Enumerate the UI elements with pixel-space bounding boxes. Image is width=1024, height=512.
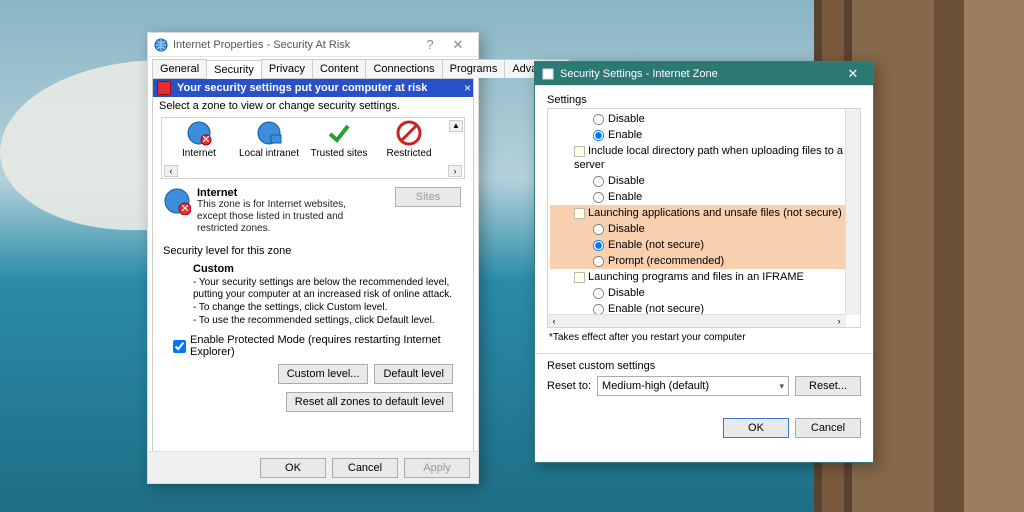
security-settings-dialog: Security Settings - Internet Zone ✕ Sett… <box>534 61 874 463</box>
select-zone-hint: Select a zone to view or change security… <box>153 97 473 115</box>
horizontal-scrollbar[interactable]: ‹› <box>548 314 846 327</box>
zone-item-local-intranet[interactable]: Local intranet <box>234 120 304 159</box>
zone-item-internet[interactable]: ✕ Internet <box>164 120 234 159</box>
reset-custom-label: Reset custom settings <box>547 360 861 372</box>
radio-input[interactable] <box>593 288 604 299</box>
settings-tree[interactable]: DisableEnableInclude local directory pat… <box>548 109 860 327</box>
zone-list: ▲ ✕ InternetLocal intranetTrusted sitesRe… <box>161 117 465 179</box>
settings-icon <box>541 67 555 81</box>
reset-level-value: Medium-high (default) <box>602 380 709 392</box>
radio-input[interactable] <box>593 114 604 125</box>
ok-button[interactable]: OK <box>723 418 789 438</box>
tree-option[interactable]: Disable <box>550 221 858 237</box>
globe-icon <box>154 38 168 52</box>
file-icon <box>574 272 585 283</box>
radio-input[interactable] <box>593 304 604 315</box>
svg-text:✕: ✕ <box>180 203 189 215</box>
window-title: Security Settings - Internet Zone <box>560 68 839 80</box>
tab-connections[interactable]: Connections <box>365 59 442 78</box>
titlebar[interactable]: Internet Properties - Security At Risk ?… <box>148 33 478 57</box>
settings-group-label: Settings <box>547 94 861 106</box>
file-icon <box>574 146 585 157</box>
close-button[interactable]: ✕ <box>839 64 867 84</box>
tree-option[interactable]: Enable (not secure) <box>550 237 858 253</box>
window-title: Internet Properties - Security At Risk <box>173 39 416 51</box>
restart-note: *Takes effect after you restart your com… <box>547 328 861 347</box>
tree-group: Include local directory path when upload… <box>550 143 858 173</box>
svg-text:✕: ✕ <box>201 134 210 146</box>
default-level-button[interactable]: Default level <box>374 364 453 384</box>
chevron-down-icon: ▾ <box>779 381 784 392</box>
file-icon <box>574 208 585 219</box>
sites-button[interactable]: Sites <box>395 187 461 207</box>
settings-tree-box: DisableEnableInclude local directory pat… <box>547 108 861 328</box>
zone-name: Internet <box>197 187 367 199</box>
zone-label: Internet <box>164 148 234 159</box>
zone-item-trusted-sites[interactable]: Trusted sites <box>304 120 374 159</box>
custom-line3: - To use the recommended settings, click… <box>193 315 463 327</box>
radio-input[interactable] <box>593 224 604 235</box>
reset-to-label: Reset to: <box>547 380 591 392</box>
tab-programs[interactable]: Programs <box>442 59 506 78</box>
reset-button[interactable]: Reset... <box>795 376 861 396</box>
custom-title: Custom <box>193 263 463 275</box>
tree-option[interactable]: Enable <box>550 127 858 143</box>
help-button[interactable]: ? <box>416 35 444 55</box>
apply-button[interactable]: Apply <box>404 458 470 478</box>
custom-line1: - Your security settings are below the r… <box>193 277 463 301</box>
zone-desc: This zone is for Internet websites, exce… <box>197 199 367 235</box>
cancel-button[interactable]: Cancel <box>795 418 861 438</box>
titlebar[interactable]: Security Settings - Internet Zone ✕ <box>535 62 873 86</box>
tab-body-security: Your security settings put your computer… <box>152 78 474 474</box>
cancel-button[interactable]: Cancel <box>332 458 398 478</box>
radio-input[interactable] <box>593 192 604 203</box>
tree-group: Launching programs and files in an IFRAM… <box>550 269 858 285</box>
radio-input[interactable] <box>593 130 604 141</box>
warning-text: Your security settings put your computer… <box>177 82 427 94</box>
radio-input[interactable] <box>593 240 604 251</box>
tree-option[interactable]: Disable <box>550 111 858 127</box>
close-button[interactable]: ✕ <box>444 35 472 55</box>
tree-group: Launching applications and unsafe files … <box>550 205 858 221</box>
tree-option[interactable]: Enable <box>550 189 858 205</box>
tree-option[interactable]: Disable <box>550 173 858 189</box>
tab-security[interactable]: Security <box>206 60 262 79</box>
internet-properties-dialog: Internet Properties - Security At Risk ?… <box>147 32 479 484</box>
reset-all-zones-button[interactable]: Reset all zones to default level <box>286 392 453 412</box>
zone-scroll-bar[interactable]: ‹› <box>164 165 462 177</box>
zone-label: Restricted <box>374 148 444 159</box>
custom-level-button[interactable]: Custom level... <box>278 364 369 384</box>
scroll-up-button[interactable]: ▲ <box>449 120 463 132</box>
tab-strip: GeneralSecurityPrivacyContentConnections… <box>148 57 478 78</box>
tab-general[interactable]: General <box>152 59 207 78</box>
ok-button[interactable]: OK <box>260 458 326 478</box>
warning-close-icon[interactable]: × <box>464 81 471 95</box>
radio-input[interactable] <box>593 256 604 267</box>
security-warning-bar: Your security settings put your computer… <box>153 79 473 97</box>
tree-option[interactable]: Disable <box>550 285 858 301</box>
shield-icon <box>157 81 171 95</box>
zone-label: Local intranet <box>234 148 304 159</box>
vertical-scrollbar[interactable] <box>845 109 860 315</box>
protected-mode-checkbox[interactable]: Enable Protected Mode (requires restarti… <box>163 328 463 362</box>
zone-item-restricted[interactable]: Restricted <box>374 120 444 159</box>
protected-mode-label: Enable Protected Mode (requires restarti… <box>190 334 463 358</box>
radio-input[interactable] <box>593 176 604 187</box>
dialog-footer: OK Cancel <box>535 408 873 448</box>
protected-mode-input[interactable] <box>173 340 186 353</box>
zone-label: Trusted sites <box>304 148 374 159</box>
custom-level-text: Custom - Your security settings are belo… <box>163 263 463 327</box>
reset-level-select[interactable]: Medium-high (default) ▾ <box>597 376 789 396</box>
zone-large-icon: ✕ <box>163 187 191 215</box>
tree-option[interactable]: Prompt (recommended) <box>550 253 858 269</box>
tab-privacy[interactable]: Privacy <box>261 59 313 78</box>
security-level-label: Security level for this zone <box>163 245 463 257</box>
dialog-footer: OK Cancel Apply <box>148 451 478 483</box>
tab-content[interactable]: Content <box>312 59 367 78</box>
custom-line2: - To change the settings, click Custom l… <box>193 302 463 314</box>
